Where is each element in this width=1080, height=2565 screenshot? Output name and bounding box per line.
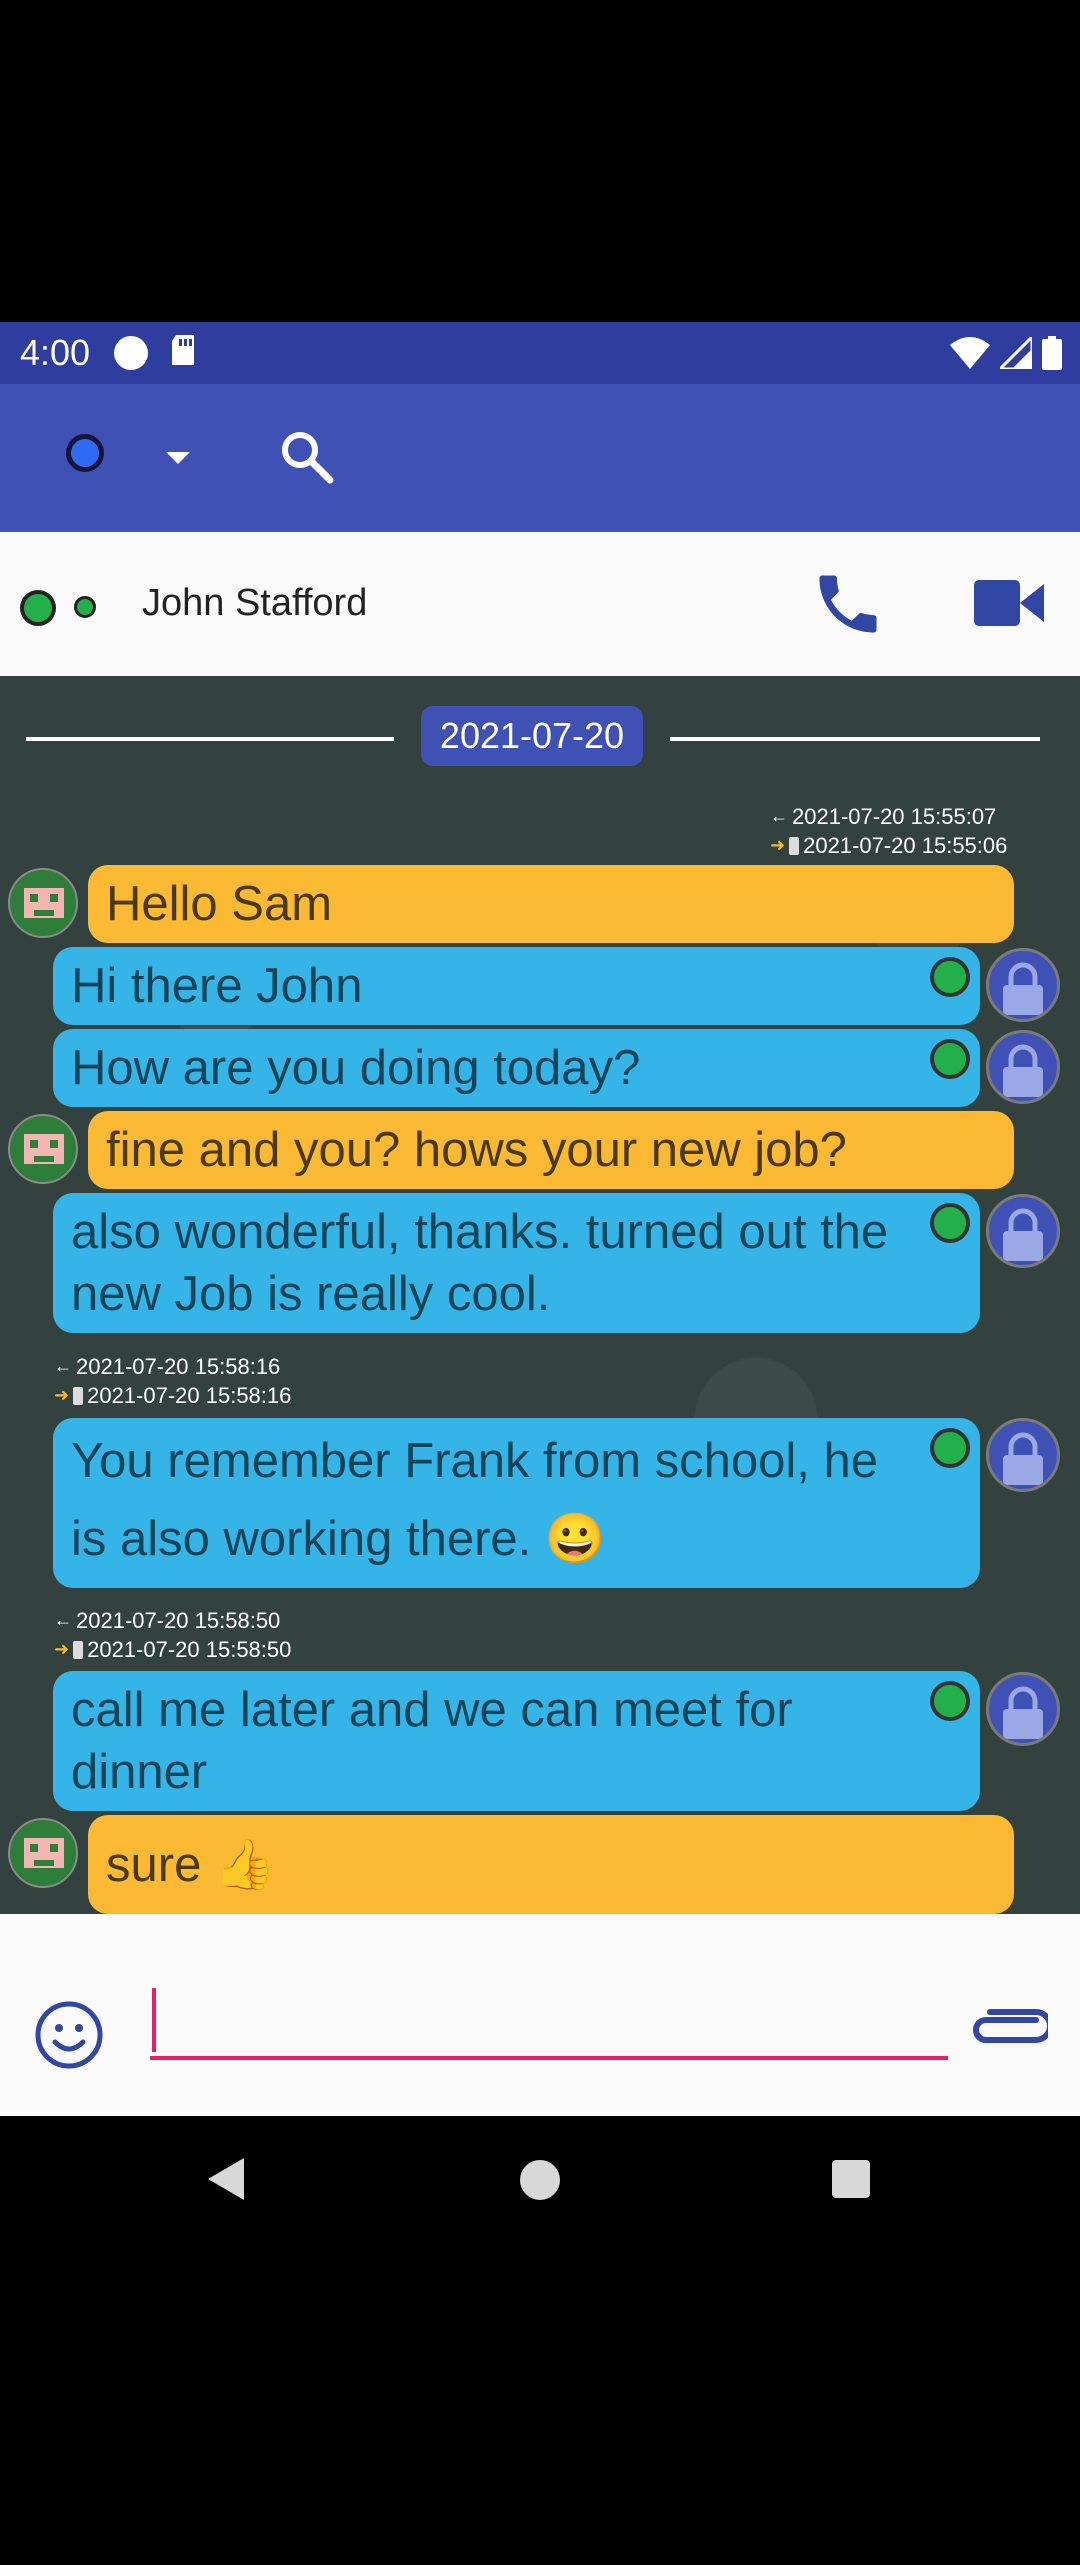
sent-timestamp: 2021-07-20 15:58:50 [87,1637,292,1662]
incoming-message[interactable]: fine and you? hows your new job? [88,1111,1014,1189]
own-avatar-lock[interactable] [986,1672,1060,1746]
contact-avatar[interactable] [8,868,78,938]
own-avatar-lock[interactable] [986,1418,1060,1492]
message-text: You remember Frank from school, he is al… [71,1434,879,1566]
message-text: Hello Sam [106,877,333,931]
message-timestamp-group: ← 2021-07-20 15:58:16 ➜ 2021-07-20 15:58:1… [54,1352,291,1410]
message-text: How are you doing today? [71,1041,641,1095]
received-arrow-icon: ← [54,1610,72,1630]
online-indicator-icon [20,590,56,626]
date-separator-chip: 2021-07-20 [421,706,643,766]
message-input[interactable] [150,1984,948,2060]
message-text: sure 👍 [106,1837,276,1892]
message-text: also wonderful, thanks. turned out the n… [71,1205,889,1321]
delivered-status-icon [930,957,970,997]
search-icon[interactable] [278,428,336,491]
delivered-status-icon [930,1203,970,1243]
own-avatar-lock[interactable] [986,1030,1060,1104]
chat-area[interactable]: 2021-07-20 ← 2021-07-20 15:55:07 ➜ 2021-07… [0,676,1080,1914]
delivered-status-icon [930,1039,970,1079]
system-navigation-bar [0,2116,1080,2246]
outgoing-message[interactable]: also wonderful, thanks. turned out the n… [53,1193,980,1333]
received-arrow-icon: ← [54,1356,72,1376]
home-icon[interactable] [520,2160,560,2200]
battery-icon [1042,336,1062,375]
incoming-message[interactable]: sure 👍 [88,1815,1014,1914]
delivered-status-icon [930,1681,970,1721]
received-timestamp: 2021-07-20 15:58:50 [76,1608,281,1633]
message-text: Hi there John [71,959,363,1013]
sd-card-icon [170,334,196,372]
dropdown-arrow-icon[interactable] [160,440,196,481]
text-cursor [152,1988,156,2052]
message-text: fine and you? hows your new job? [106,1123,847,1177]
back-icon[interactable] [206,2156,246,2207]
sent-arrow-icon: ➜ [54,1639,70,1659]
recents-icon[interactable] [832,2160,870,2198]
app-bar [0,384,1080,532]
wifi-icon [950,337,990,374]
message-timestamp-group: ← 2021-07-20 15:58:50 ➜ 2021-07-20 15:58:5… [54,1606,291,1664]
received-timestamp: 2021-07-20 15:55:07 [792,804,997,829]
contact-avatar[interactable] [8,1818,78,1888]
paperclip-icon[interactable] [966,2006,1053,2055]
smiley-icon[interactable] [34,2000,104,2075]
date-divider-left [26,737,394,741]
sent-timestamp: 2021-07-20 15:58:16 [87,1383,292,1408]
message-text: call me later and we can meet for dinner [71,1683,793,1799]
message-timestamp-group: ← 2021-07-20 15:55:07 ➜ 2021-07-20 15:55:0… [770,802,1007,860]
device-icon [73,1640,84,1659]
notification-circle-icon [114,336,149,370]
own-avatar-lock[interactable] [986,948,1060,1022]
contact-avatar[interactable] [8,1114,78,1184]
online-indicator-small-icon [74,596,96,618]
outgoing-message[interactable]: How are you doing today? [53,1029,980,1107]
status-bar: 4:00 [0,322,1080,384]
outgoing-message[interactable]: You remember Frank from school, he is al… [53,1418,980,1588]
own-avatar-lock[interactable] [986,1194,1060,1268]
received-timestamp: 2021-07-20 15:58:16 [76,1354,281,1379]
sent-arrow-icon: ➜ [770,835,786,855]
date-divider-right [670,737,1040,741]
status-time: 4:00 [20,332,91,373]
video-camera-icon[interactable] [974,578,1046,633]
device-icon [789,836,800,855]
delivered-status-icon [930,1428,970,1468]
presence-status-icon[interactable] [66,434,104,472]
device-icon [73,1386,84,1405]
phone-icon[interactable] [810,566,886,647]
sent-arrow-icon: ➜ [54,1385,70,1405]
contact-header: John Stafford [0,532,1080,676]
incoming-message[interactable]: Hello Sam [88,865,1014,943]
signal-icon [996,333,1034,374]
outgoing-message[interactable]: Hi there John [53,947,980,1025]
contact-name[interactable]: John Stafford [142,582,367,625]
received-arrow-icon: ← [770,806,788,826]
outgoing-message[interactable]: call me later and we can meet for dinner [53,1671,980,1811]
sent-timestamp: 2021-07-20 15:55:06 [803,833,1008,858]
message-composer [0,1914,1080,2116]
